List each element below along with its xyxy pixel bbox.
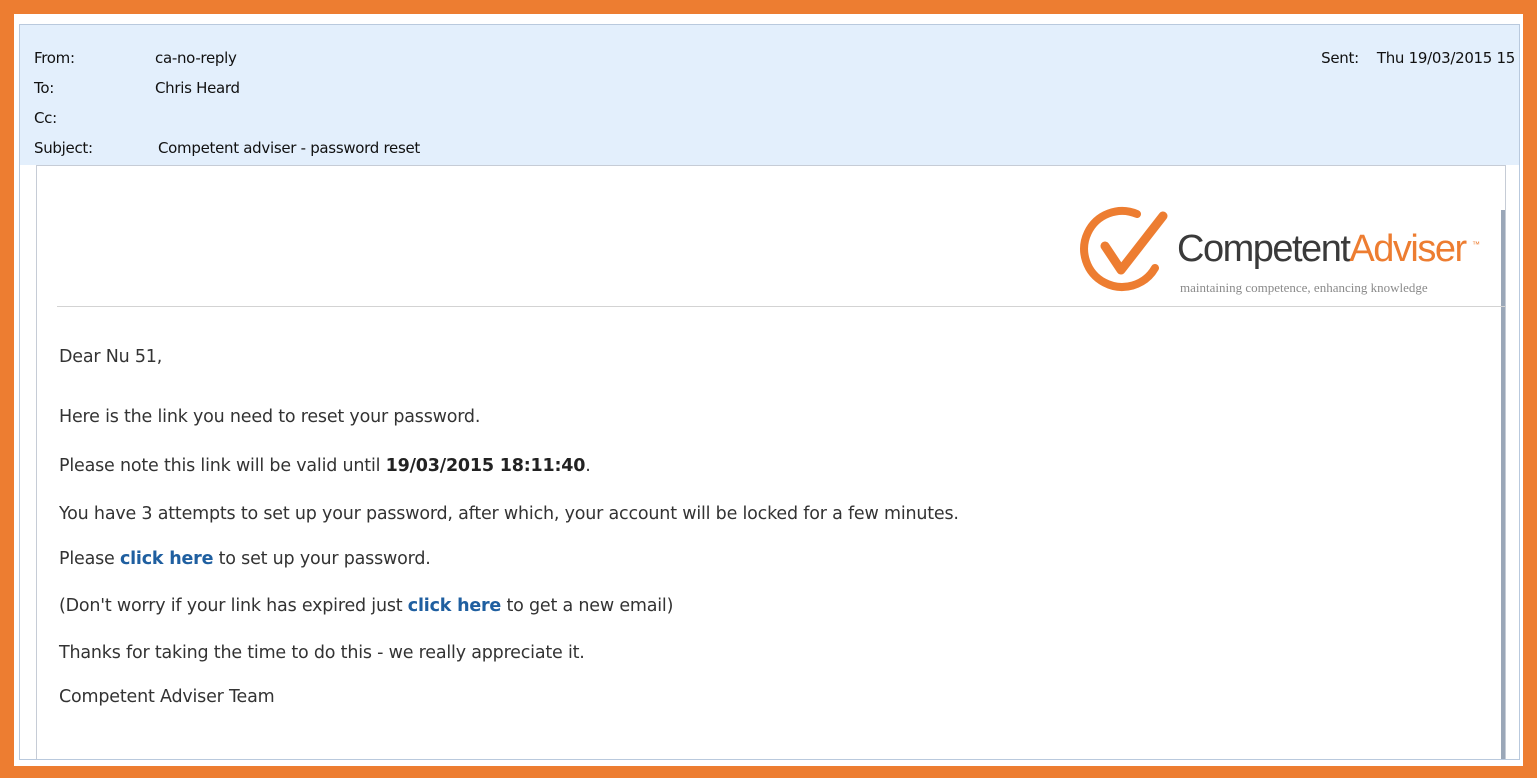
setup-password-link[interactable]: click here: [120, 549, 214, 569]
expired-suffix: to get a new email): [501, 596, 674, 616]
logo-wordmark: CompetentAdviser: [1177, 228, 1467, 271]
to-value[interactable]: Chris Heard: [155, 77, 240, 99]
vertical-scrollbar[interactable]: [1501, 210, 1505, 759]
to-label: To:: [34, 79, 54, 97]
from-value[interactable]: ca-no-reply: [155, 47, 237, 69]
body-line-expired: (Don't worry if your link has expired ju…: [59, 593, 673, 619]
body-line-setup: Please click here to set up your passwor…: [59, 546, 431, 572]
validity-prefix: Please note this link will be valid unti…: [59, 456, 386, 476]
body-line-attempts: You have 3 attempts to set up your passw…: [59, 504, 959, 524]
message-body[interactable]: CompetentAdviser ™ maintaining competenc…: [36, 165, 1506, 759]
new-email-link[interactable]: click here: [408, 596, 502, 616]
checkmark-circle-icon: [1080, 206, 1168, 291]
body-line-thanks: Thanks for taking the time to do this - …: [59, 643, 585, 663]
setup-prefix: Please: [59, 549, 120, 569]
competent-adviser-logo: CompetentAdviser ™ maintaining competenc…: [1077, 198, 1497, 298]
greeting: Dear Nu 51,: [59, 347, 163, 367]
signature: Competent Adviser Team: [59, 687, 275, 707]
setup-suffix: to set up your password.: [213, 549, 431, 569]
sent-value: Thu 19/03/2015 15: [1376, 49, 1515, 67]
trademark-mark: ™: [1472, 240, 1480, 249]
validity-suffix: .: [585, 456, 591, 476]
sent-info: Sent: Thu 19/03/2015 15: [1321, 47, 1515, 69]
logo-tagline: maintaining competence, enhancing knowle…: [1180, 280, 1428, 295]
from-label: From:: [34, 49, 75, 67]
body-line-validity: Please note this link will be valid unti…: [59, 453, 591, 479]
sent-label: Sent:: [1321, 49, 1359, 67]
subject-label: Subject:: [34, 139, 93, 157]
cc-label: Cc:: [34, 109, 57, 127]
email-window: From: ca-no-reply To: Chris Heard Cc: Su…: [19, 24, 1520, 760]
validity-date: 19/03/2015 18:11:40: [385, 456, 586, 476]
email-header: From: ca-no-reply To: Chris Heard Cc: Su…: [20, 25, 1519, 165]
logo-wordmark-part2: Adviser: [1349, 228, 1467, 270]
body-line-reset-link: Here is the link you need to reset your …: [59, 407, 481, 427]
logo-divider: [57, 306, 1505, 307]
subject-value: Competent adviser - password reset: [158, 139, 420, 157]
expired-prefix: (Don't worry if your link has expired ju…: [59, 596, 408, 616]
logo-wordmark-part1: Competent: [1177, 228, 1351, 270]
